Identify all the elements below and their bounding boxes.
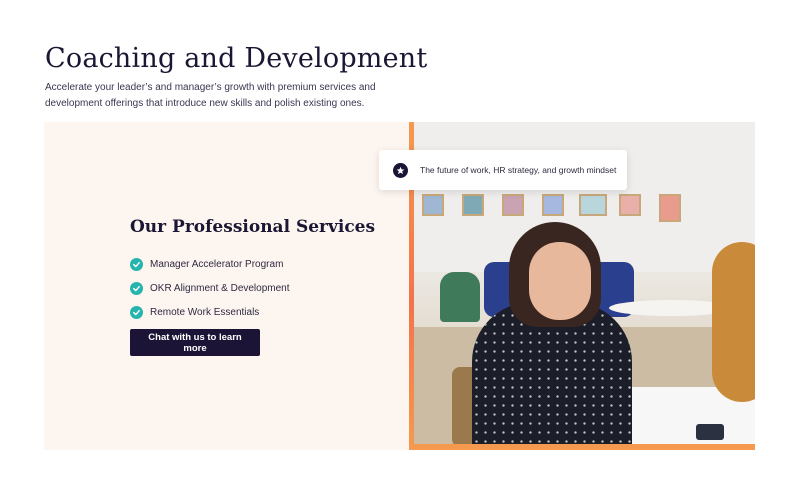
services-title: Our Professional Services	[130, 217, 376, 237]
services-list: Manager Accelerator Program OKR Alignmen…	[130, 252, 290, 324]
list-item: OKR Alignment & Development	[130, 276, 290, 300]
check-circle-icon	[130, 305, 143, 319]
check-circle-icon	[130, 257, 143, 271]
service-label: OKR Alignment & Development	[150, 282, 290, 294]
star-icon	[393, 162, 408, 178]
page-title: Coaching and Development	[45, 43, 428, 74]
page-subtitle: Accelerate your leader’s and manager’s g…	[45, 82, 376, 109]
list-item: Manager Accelerator Program	[130, 252, 290, 276]
services-panel: Our Professional Services Manager Accele…	[44, 122, 755, 450]
check-circle-icon	[130, 281, 143, 295]
chat-cta-button[interactable]: Chat with us to learn more	[130, 329, 260, 356]
list-item: Remote Work Essentials	[130, 300, 290, 324]
service-label: Remote Work Essentials	[150, 306, 260, 318]
service-label: Manager Accelerator Program	[150, 258, 284, 270]
badge-text: The future of work, HR strategy, and gro…	[420, 165, 617, 175]
topic-badge: The future of work, HR strategy, and gro…	[379, 150, 627, 190]
